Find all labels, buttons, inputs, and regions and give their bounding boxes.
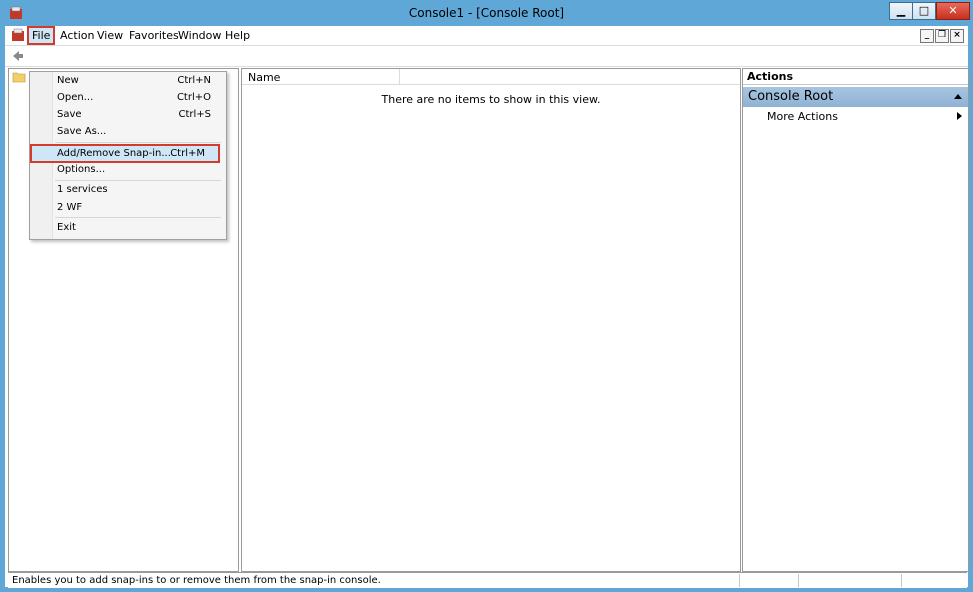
menu-help[interactable]: Help	[222, 28, 253, 43]
actions-pane: Actions Console Root More Actions	[742, 68, 969, 572]
title-bar[interactable]: Console1 - [Console Root] ▁ □ ✕	[0, 0, 973, 26]
collapse-caret-icon[interactable]	[954, 94, 962, 99]
menu-item-save[interactable]: Save Ctrl+S	[57, 107, 222, 123]
maximize-icon: □	[918, 4, 930, 17]
toolbar	[5, 46, 968, 67]
menu-item-label: Open...	[57, 92, 94, 103]
menu-window[interactable]: Window	[175, 28, 224, 43]
status-text: Enables you to add snap-ins to or remove…	[12, 575, 381, 586]
window-title: Console1 - [Console Root]	[408, 6, 565, 20]
menu-separator	[55, 217, 221, 218]
menu-item-new[interactable]: New Ctrl+N	[57, 73, 222, 89]
minimize-button[interactable]: ▁	[889, 2, 913, 20]
menu-item-save-as[interactable]: Save As...	[57, 124, 222, 140]
menu-item-label: Options...	[57, 164, 106, 175]
column-divider[interactable]	[399, 69, 400, 84]
actions-group-label: Console Root	[748, 89, 834, 104]
menu-item-shortcut: Ctrl+O	[176, 92, 211, 103]
minimize-icon: ▁	[896, 4, 906, 17]
more-actions-item[interactable]: More Actions	[767, 110, 838, 123]
menu-item-open[interactable]: Open... Ctrl+O	[57, 90, 222, 106]
empty-list-message: There are no items to show in this view.	[381, 93, 601, 106]
submenu-arrow-icon	[957, 112, 962, 120]
maximize-button[interactable]: □	[912, 2, 936, 20]
app-window: Console1 - [Console Root] ▁ □ ✕ File Act…	[0, 0, 973, 592]
menu-file[interactable]: File	[27, 26, 56, 45]
mdi-minimize-button[interactable]: _	[920, 29, 934, 43]
mdi-controls: _ ❐ ×	[919, 27, 964, 43]
name-column-header[interactable]: Name	[248, 71, 280, 84]
menu-item-exit[interactable]: Exit	[57, 220, 222, 236]
status-divider	[901, 574, 902, 587]
results-pane[interactable]: Name There are no items to show in this …	[241, 68, 741, 572]
menu-separator	[55, 180, 221, 181]
menu-item-label: 2 WF	[57, 202, 83, 213]
mdi-close-button[interactable]: ×	[950, 29, 964, 43]
menu-item-add-remove-snap-in[interactable]: Add/Remove Snap-in... Ctrl+M	[30, 144, 220, 163]
client-area: File Action View Favorites Window Help _…	[5, 26, 969, 588]
menu-item-label: New	[57, 75, 79, 86]
menu-item-label: Save As...	[57, 126, 107, 137]
menu-separator	[55, 142, 221, 143]
menu-bar: File Action View Favorites Window Help _…	[5, 26, 968, 46]
actions-group-console-root[interactable]: Console Root	[743, 87, 968, 107]
menu-item-recent-2[interactable]: 2 WF	[57, 200, 222, 216]
status-divider	[798, 574, 799, 587]
close-button[interactable]: ✕	[936, 2, 970, 20]
mdi-restore-button[interactable]: ❐	[935, 29, 949, 43]
menu-item-recent-1[interactable]: 1 services	[57, 182, 222, 198]
mmc-system-icon[interactable]	[11, 28, 25, 42]
menu-item-shortcut: Ctrl+S	[178, 109, 211, 120]
list-column-header: Name	[242, 69, 740, 85]
menu-favorites[interactable]: Favorites	[126, 28, 182, 43]
menu-item-label: Save	[57, 109, 82, 120]
menu-item-label: Add/Remove Snap-in...	[57, 148, 171, 159]
menu-item-label: 1 services	[57, 184, 108, 195]
folder-icon[interactable]	[12, 71, 26, 83]
file-menu-dropdown: New Ctrl+N Open... Ctrl+O Save Ctrl+S Sa…	[29, 71, 227, 240]
actions-header: Actions	[743, 69, 968, 85]
status-divider	[739, 574, 740, 587]
menu-action[interactable]: Action	[57, 28, 97, 43]
menu-view[interactable]: View	[94, 28, 126, 43]
back-arrow-icon[interactable]	[11, 49, 25, 63]
status-bar: Enables you to add snap-ins to or remove…	[8, 572, 967, 588]
menu-item-label: Exit	[57, 222, 76, 233]
menu-item-shortcut: Ctrl+N	[177, 75, 211, 86]
menu-item-options[interactable]: Options...	[57, 162, 222, 178]
menu-item-shortcut: Ctrl+M	[170, 148, 205, 159]
close-icon: ✕	[948, 4, 958, 17]
